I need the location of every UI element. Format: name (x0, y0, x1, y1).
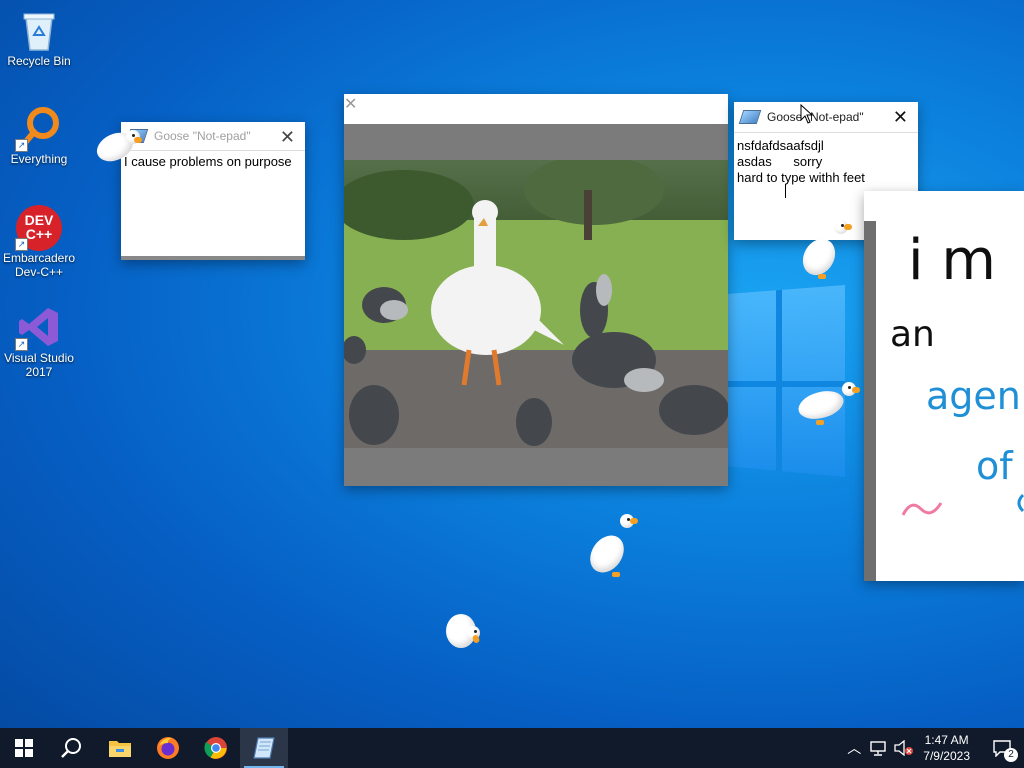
goose[interactable] (444, 610, 486, 658)
everything-search-icon: ↗ (15, 106, 61, 152)
goose[interactable] (796, 216, 856, 282)
devcpp-icon: DEV C++ ↗ (15, 205, 62, 251)
shortcut-arrow-icon: ↗ (15, 139, 28, 152)
drawing-text-line4: of (976, 444, 1013, 488)
goose[interactable] (92, 126, 144, 168)
search-icon (61, 738, 81, 758)
desktop-icon-label: 2017 (25, 365, 53, 379)
drawing-window[interactable]: i m an agen of (864, 191, 1024, 581)
goose[interactable] (583, 512, 644, 580)
volume-muted-icon[interactable] (893, 740, 914, 756)
desktop-icon-visual-studio[interactable]: ↗ Visual Studio 2017 (2, 305, 76, 379)
desktop-icon-devcpp[interactable]: DEV C++ ↗ Embarcadero Dev-C++ (2, 205, 76, 279)
taskbar-file-explorer[interactable] (96, 728, 144, 768)
system-tray: ︿ 1:47 AM 7/9/2023 2 (847, 728, 1024, 768)
desktop-icon-label: Embarcadero (2, 251, 76, 265)
notepad-titlebar[interactable]: Goose "Not-epad" ✕ (121, 122, 305, 151)
network-icon[interactable] (869, 740, 887, 756)
desktop-icon-everything[interactable]: ↗ Everything (2, 106, 76, 166)
text-cursor (785, 184, 786, 198)
notification-count-badge: 2 (1004, 748, 1018, 762)
taskbar: ︿ 1:47 AM 7/9/2023 2 (0, 728, 1024, 768)
devcpp-badge-text: DEV (24, 212, 54, 228)
windows-logo-icon (15, 739, 33, 757)
desktop-icon-recycle-bin[interactable]: Recycle Bin (2, 8, 76, 68)
desktop-icon-label: Everything (10, 152, 68, 166)
notepad-text-area[interactable]: I cause problems on purpose (121, 152, 305, 256)
drawing-text-line2: an (890, 314, 935, 355)
desktop-icon-label: Dev-C++ (14, 265, 64, 279)
close-icon[interactable]: ✕ (344, 96, 357, 113)
desktop-icon-label: Visual Studio (4, 351, 74, 365)
window-bottom-border (121, 256, 305, 260)
taskbar-chrome[interactable] (192, 728, 240, 768)
notepad-icon (738, 110, 762, 124)
firefox-icon (157, 737, 179, 759)
desktop-icon-label: Recycle Bin (7, 54, 71, 68)
close-icon[interactable]: ✕ (280, 127, 295, 148)
clock[interactable]: 1:47 AM 7/9/2023 (923, 732, 970, 764)
recycle-bin-icon (17, 8, 61, 52)
visual-studio-icon: ↗ (15, 305, 61, 351)
taskbar-firefox[interactable] (144, 728, 192, 768)
taskbar-notepad[interactable] (240, 728, 288, 768)
notepad-window-left[interactable]: Goose "Not-epad" ✕ I cause problems on p… (121, 122, 305, 260)
notepad-title: Goose "Not-epad" (154, 129, 251, 143)
start-button[interactable] (0, 728, 48, 768)
mouse-pointer-icon (800, 104, 814, 124)
shortcut-arrow-icon: ↗ (15, 338, 28, 351)
action-center-button[interactable]: 2 (980, 728, 1024, 768)
notepad-titlebar[interactable]: Goose "Not-epad" ✕ (734, 102, 918, 133)
shortcut-arrow-icon: ↗ (15, 238, 28, 251)
goose-image-window[interactable]: ✕ (344, 94, 728, 486)
goose-photo (344, 160, 728, 448)
drawing-text-line1: i m (908, 228, 996, 293)
chrome-icon (204, 737, 227, 759)
image-window-titlebar[interactable]: ✕ (344, 94, 728, 124)
blue-scribble (1017, 493, 1024, 513)
goose[interactable] (795, 380, 866, 430)
clock-date: 7/9/2023 (923, 749, 970, 763)
close-icon[interactable]: ✕ (893, 107, 908, 128)
chevron-up-icon[interactable]: ︿ (847, 738, 861, 758)
clock-time: 1:47 AM (924, 733, 969, 747)
drawing-text-line3: agen (926, 374, 1021, 418)
notepad-title: Goose "Not-epad" (767, 110, 864, 124)
search-button[interactable] (48, 728, 96, 768)
folder-icon (109, 741, 131, 757)
pink-scribble (901, 502, 943, 516)
notepad-icon (253, 737, 275, 759)
